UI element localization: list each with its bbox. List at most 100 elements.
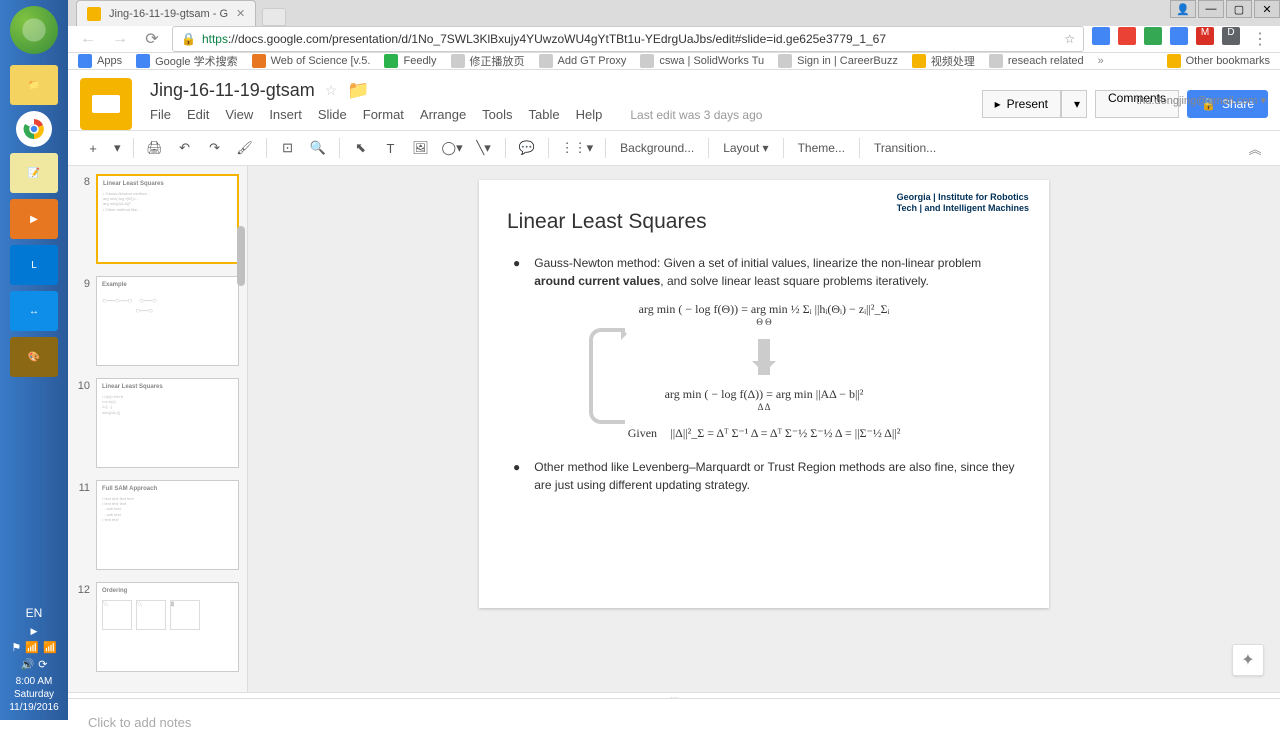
theme-button[interactable]: Theme... xyxy=(792,141,851,155)
back-button[interactable]: ← xyxy=(76,27,100,51)
bookmark-star-icon[interactable]: ☆ xyxy=(1064,32,1075,46)
bookmark-item[interactable]: 修正播放页 xyxy=(451,53,525,69)
align-icon[interactable]: ⋮⋮▾ xyxy=(557,135,598,161)
url-input[interactable]: 🔒 https://docs.google.com/presentation/d… xyxy=(172,26,1084,52)
star-doc-icon[interactable]: ☆ xyxy=(325,82,338,99)
tray-signal-icon[interactable]: 📶 xyxy=(43,641,57,654)
clock[interactable]: 8:00 AM Saturday 11/19/2016 xyxy=(0,675,68,714)
other-bookmarks[interactable]: Other bookmarks xyxy=(1167,54,1270,68)
comment-icon[interactable]: 💬 xyxy=(514,135,540,161)
background-button[interactable]: Background... xyxy=(614,141,700,155)
menu-file[interactable]: File xyxy=(150,107,171,122)
apps-shortcut[interactable]: Apps xyxy=(78,54,122,68)
slides-logo-icon[interactable] xyxy=(80,78,132,130)
ext-icon-1[interactable] xyxy=(1092,27,1110,45)
window-user-icon[interactable]: 👤 xyxy=(1170,0,1196,18)
reload-button[interactable]: ⟳ xyxy=(140,27,164,51)
start-button[interactable] xyxy=(10,6,58,54)
bookmark-item[interactable]: Add GT Proxy xyxy=(539,54,627,68)
menu-help[interactable]: Help xyxy=(576,107,603,122)
ext-icon-4[interactable] xyxy=(1170,27,1188,45)
canvas-area[interactable]: Georgia | Institute for Robotics Tech | … xyxy=(248,166,1280,692)
undo-icon[interactable]: ↶ xyxy=(172,135,198,161)
menu-insert[interactable]: Insert xyxy=(269,107,302,122)
film-strip[interactable]: 8 Linear Least Squares • Gauss-Newton me… xyxy=(68,166,248,692)
last-edit-text[interactable]: Last edit was 3 days ago xyxy=(630,108,762,122)
select-icon[interactable]: ⬉ xyxy=(348,135,374,161)
present-dropdown[interactable]: ▾ xyxy=(1061,90,1087,118)
paint-format-icon[interactable]: 🖌 xyxy=(232,135,258,161)
new-slide-button[interactable]: + xyxy=(80,135,106,161)
bookmark-item[interactable]: Feedly xyxy=(384,54,436,68)
menu-table[interactable]: Table xyxy=(529,107,560,122)
bookmark-item[interactable]: reseach related xyxy=(989,54,1084,68)
menu-format[interactable]: Format xyxy=(363,107,404,122)
tray-volume-icon[interactable]: 🔊 xyxy=(21,658,35,671)
layout-button[interactable]: Layout ▾ xyxy=(717,141,774,155)
move-folder-icon[interactable]: 📁 xyxy=(347,80,369,101)
transition-button[interactable]: Transition... xyxy=(868,141,942,155)
forward-button[interactable]: → xyxy=(108,27,132,51)
print-icon[interactable]: 🖨 xyxy=(142,135,168,161)
bookmarks-overflow-icon[interactable]: » xyxy=(1098,55,1104,67)
language-indicator[interactable]: EN xyxy=(0,606,68,620)
shape-icon[interactable]: ◯▾ xyxy=(438,135,467,161)
slides-app: Jing-16-11-19-gtsam ☆ 📁 File Edit View I… xyxy=(68,70,1280,754)
maximize-button[interactable]: ▢ xyxy=(1226,0,1252,18)
menu-view[interactable]: View xyxy=(225,107,253,122)
tab-close-icon[interactable]: ✕ xyxy=(236,7,245,20)
zoom-fit-icon[interactable]: ⊡ xyxy=(275,135,301,161)
image-icon[interactable]: 🖼 xyxy=(408,135,434,161)
ext-icon-2[interactable] xyxy=(1118,27,1136,45)
taskbar-teamviewer-icon[interactable]: ↔ xyxy=(10,291,58,331)
slide-thumbnail-9[interactable]: Example ○—○—○ ○—○ ○—○ xyxy=(96,276,239,366)
minimize-button[interactable]: — xyxy=(1198,0,1224,18)
bookmark-item[interactable]: Sign in | CareerBuzz xyxy=(778,54,898,68)
thumb-number: 8 xyxy=(76,174,96,264)
taskbar-notepad-icon[interactable]: 📝 xyxy=(10,153,58,193)
browser-tab[interactable]: Jing-16-11-19-gtsam - G ✕ xyxy=(76,0,256,26)
doc-title[interactable]: Jing-16-11-19-gtsam xyxy=(150,80,315,101)
slide-thumbnail-11[interactable]: Full SAM Approach • text text text text•… xyxy=(96,480,239,570)
bookmark-item[interactable]: 视频处理 xyxy=(912,53,975,69)
menu-edit[interactable]: Edit xyxy=(187,107,209,122)
tray-flag-icon[interactable]: ⚑ xyxy=(11,641,21,654)
line-icon[interactable]: ╲▾ xyxy=(471,135,497,161)
textbox-icon[interactable]: T xyxy=(378,135,404,161)
url-protocol: https xyxy=(202,32,228,46)
taskbar-vlc-icon[interactable]: ▶ xyxy=(10,199,58,239)
taskbar-explorer-icon[interactable]: 📁 xyxy=(10,65,58,105)
slide-thumbnail-8[interactable]: Linear Least Squares • Gauss-Newton meth… xyxy=(96,174,239,264)
bookmark-item[interactable]: Google 学术搜索 xyxy=(136,53,238,69)
site-info-icon[interactable]: 🔒 xyxy=(181,32,196,46)
menu-slide[interactable]: Slide xyxy=(318,107,347,122)
ext-icon-6[interactable]: D xyxy=(1222,27,1240,45)
menu-arrange[interactable]: Arrange xyxy=(420,107,466,122)
new-slide-dropdown[interactable]: ▾ xyxy=(110,135,125,161)
user-email[interactable]: thu.dongjing@gmail.com ▾ xyxy=(1136,94,1266,107)
redo-icon[interactable]: ↷ xyxy=(202,135,228,161)
close-window-button[interactable]: ✕ xyxy=(1254,0,1280,18)
zoom-icon[interactable]: 🔍 xyxy=(305,135,331,161)
explore-button[interactable]: ✦ xyxy=(1232,644,1264,676)
filmstrip-scrollbar[interactable] xyxy=(237,226,245,286)
menu-tools[interactable]: Tools xyxy=(482,107,512,122)
tray-expand-icon[interactable]: ▶ xyxy=(0,626,68,637)
bookmark-item[interactable]: cswa | SolidWorks Tu xyxy=(640,54,764,68)
chrome-menu-icon[interactable]: ⋮ xyxy=(1248,27,1272,51)
taskbar-gimp-icon[interactable]: 🎨 xyxy=(10,337,58,377)
slide-thumbnail-10[interactable]: Linear Least Squares • h(x)=Hx+br=z-h(x)… xyxy=(96,378,239,468)
tray-network-icon[interactable]: 📶 xyxy=(25,641,39,654)
tray-sync-icon[interactable]: ⟳ xyxy=(38,658,47,671)
ext-icon-5[interactable]: M xyxy=(1196,27,1214,45)
present-button[interactable]: ▸Present xyxy=(982,90,1061,118)
new-tab-button[interactable] xyxy=(262,8,286,26)
taskbar-lync-icon[interactable]: L xyxy=(10,245,58,285)
speaker-notes[interactable]: Click to add notes xyxy=(68,698,1280,754)
taskbar-chrome-icon[interactable] xyxy=(16,111,52,147)
collapse-toolbar-icon[interactable]: ︽ xyxy=(1242,135,1268,161)
bookmark-item[interactable]: Web of Science [v.5. xyxy=(252,54,371,68)
ext-icon-3[interactable] xyxy=(1144,27,1162,45)
slide-thumbnail-12[interactable]: Ordering ╲╲ ╲╲ ▓ xyxy=(96,582,239,672)
slide-canvas[interactable]: Georgia | Institute for Robotics Tech | … xyxy=(479,180,1049,608)
